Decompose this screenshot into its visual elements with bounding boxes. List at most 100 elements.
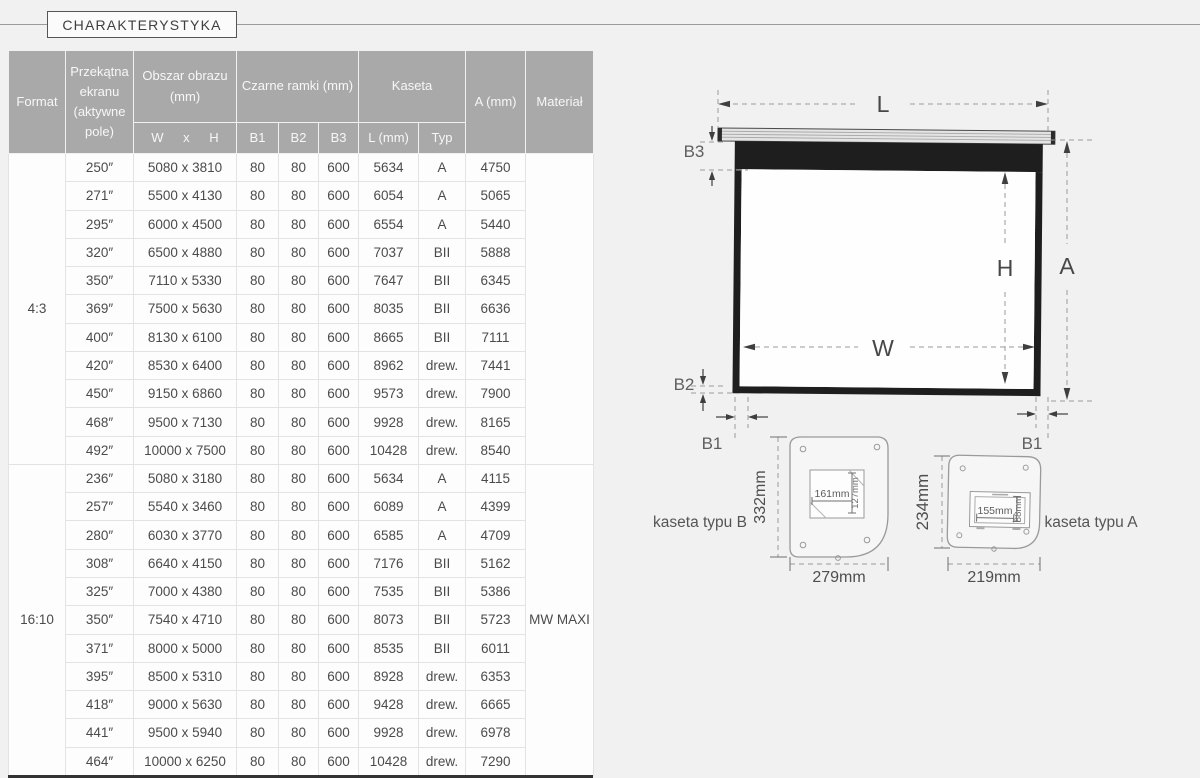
spec-cell: 600	[319, 295, 359, 323]
spec-cell: 9928	[359, 719, 419, 747]
spec-cell: A	[419, 210, 466, 238]
spec-cell: 6000 x 4500	[134, 210, 237, 238]
spec-cell: 80	[279, 210, 319, 238]
spec-cell: 600	[319, 351, 359, 379]
spec-cell: 80	[279, 634, 319, 662]
spec-cell: 320″	[66, 238, 134, 266]
spec-cell: 464″	[66, 747, 134, 775]
spec-cell: 6665	[466, 691, 526, 719]
spec-cell: 7900	[466, 380, 526, 408]
spec-cell: 395″	[66, 662, 134, 690]
spec-cell: 5723	[466, 606, 526, 634]
spec-cell: 371″	[66, 634, 134, 662]
spec-cell: 600	[319, 436, 359, 464]
spec-cell: 325″	[66, 577, 134, 605]
spec-cell: 7111	[466, 323, 526, 351]
spec-cell: 600	[319, 549, 359, 577]
kaseta-a-width-dim: 219mm	[967, 569, 1020, 586]
spec-cell: 450″	[66, 380, 134, 408]
material-label: MW MAXI	[526, 464, 594, 775]
spec-cell: 8665	[359, 323, 419, 351]
dim-label-W: W	[872, 335, 894, 361]
spec-cell: 400″	[66, 323, 134, 351]
header-w-x-h: W x H	[134, 123, 237, 154]
spec-cell: 6345	[466, 267, 526, 295]
spec-row: 420″8530 x 640080806008962drew.7441	[9, 351, 594, 379]
material-label	[526, 154, 594, 465]
spec-cell: 7647	[359, 267, 419, 295]
spec-cell: 80	[279, 464, 319, 492]
spec-cell: 80	[279, 267, 319, 295]
spec-cell: drew.	[419, 719, 466, 747]
spec-cell: drew.	[419, 351, 466, 379]
spec-cell: 80	[279, 154, 319, 182]
spec-cell: 80	[237, 323, 279, 351]
page-title: CHARAKTERYSTYKA	[47, 11, 237, 38]
spec-cell: 600	[319, 606, 359, 634]
spec-row: 271″5500 x 413080806006054A5065	[9, 182, 594, 210]
spec-row: 4:3250″5080 x 381080806005634A4750	[9, 154, 594, 182]
spec-cell: 9500 x 5940	[134, 719, 237, 747]
spec-cell: A	[419, 493, 466, 521]
spec-cell: 7500 x 5630	[134, 295, 237, 323]
kaseta-a-drawing	[947, 455, 1041, 552]
spec-cell: 271″	[66, 182, 134, 210]
spec-cell: 7037	[359, 238, 419, 266]
spec-cell: 80	[279, 719, 319, 747]
spec-cell: 10000 x 7500	[134, 436, 237, 464]
spec-cell: 80	[237, 719, 279, 747]
spec-cell: 80	[279, 182, 319, 210]
spec-cell: 80	[237, 549, 279, 577]
spec-cell: 350″	[66, 606, 134, 634]
spec-cell: BII	[419, 323, 466, 351]
spec-cell: 280″	[66, 521, 134, 549]
spec-row: 400″8130 x 610080806008665BII7111	[9, 323, 594, 351]
spec-row: 280″6030 x 377080806006585A4709	[9, 521, 594, 549]
spec-cell: BII	[419, 267, 466, 295]
spec-cell: 5162	[466, 549, 526, 577]
spec-row: 320″6500 x 488080806007037BII5888	[9, 238, 594, 266]
spec-cell: 80	[237, 436, 279, 464]
dim-label-H: H	[997, 255, 1014, 281]
spec-cell: 80	[237, 662, 279, 690]
spec-cell: 80	[237, 351, 279, 379]
spec-cell: 4115	[466, 464, 526, 492]
spec-cell: 9428	[359, 691, 419, 719]
spec-cell: drew.	[419, 436, 466, 464]
spec-row: 350″7110 x 533080806007647BII6345	[9, 267, 594, 295]
spec-cell: 600	[319, 267, 359, 295]
screen-dimension-diagram: L H A W B3 B2 B1 B1 kaseta typu B kaseta…	[600, 0, 1200, 778]
spec-cell: 8035	[359, 295, 419, 323]
spec-cell: 80	[237, 493, 279, 521]
format-label: 4:3	[9, 154, 66, 465]
spec-cell: 6636	[466, 295, 526, 323]
spec-cell: 5080 x 3810	[134, 154, 237, 182]
spec-row: 492″10000 x 7500808060010428drew.8540	[9, 436, 594, 464]
spec-cell: 600	[319, 634, 359, 662]
spec-cell: 6089	[359, 493, 419, 521]
spec-cell: 80	[237, 380, 279, 408]
spec-cell: drew.	[419, 691, 466, 719]
spec-cell: 600	[319, 408, 359, 436]
spec-cell: 7535	[359, 577, 419, 605]
spec-cell: 9928	[359, 408, 419, 436]
spec-cell: 80	[237, 295, 279, 323]
spec-cell: 257″	[66, 493, 134, 521]
spec-cell: 418″	[66, 691, 134, 719]
spec-cell: 5386	[466, 577, 526, 605]
spec-cell: 80	[237, 634, 279, 662]
spec-cell: 6353	[466, 662, 526, 690]
spec-cell: A	[419, 182, 466, 210]
spec-cell: 5634	[359, 154, 419, 182]
spec-cell: BII	[419, 238, 466, 266]
dim-label-B3: B3	[684, 142, 705, 161]
header-image-area: Obszar obrazu (mm)	[134, 51, 237, 123]
spec-cell: 6978	[466, 719, 526, 747]
spec-row: 16:10236″5080 x 318080806005634A4115MW M…	[9, 464, 594, 492]
spec-cell: 7540 x 4710	[134, 606, 237, 634]
spec-cell: 9500 x 7130	[134, 408, 237, 436]
spec-cell: 80	[279, 691, 319, 719]
spec-cell: 8165	[466, 408, 526, 436]
spec-row: 395″8500 x 531080806008928drew.6353	[9, 662, 594, 690]
header-l: L (mm)	[359, 123, 419, 154]
